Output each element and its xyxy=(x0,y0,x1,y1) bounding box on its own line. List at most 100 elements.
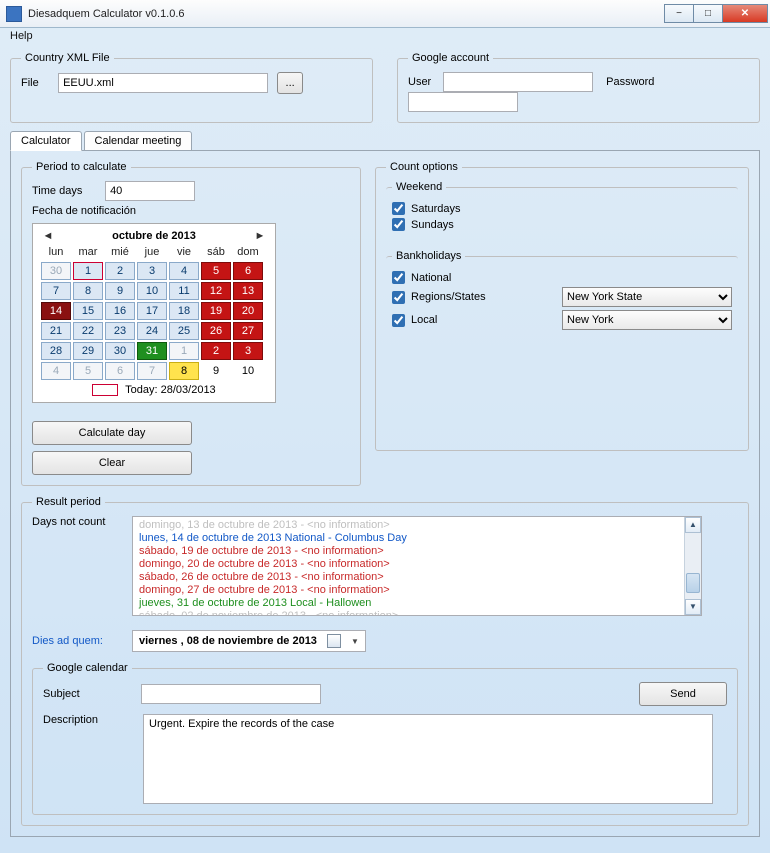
notification-date-label: Fecha de notificación xyxy=(32,205,350,217)
cal-day[interactable]: 3 xyxy=(137,262,167,280)
today-label[interactable]: Today: 28/03/2013 xyxy=(125,384,216,396)
cal-day[interactable]: 24 xyxy=(137,322,167,340)
cal-day[interactable]: 31 xyxy=(137,342,167,360)
cal-day[interactable]: 8 xyxy=(169,362,199,380)
calendar[interactable]: ◄ octubre de 2013 ► lunmarmiéjueviesábdo… xyxy=(32,223,276,403)
national-label: National xyxy=(411,272,451,284)
regions-checkbox[interactable] xyxy=(392,291,405,304)
password-input[interactable] xyxy=(408,92,518,112)
cal-day[interactable]: 30 xyxy=(41,262,71,280)
cal-day[interactable]: 22 xyxy=(73,322,103,340)
list-item[interactable]: domingo, 13 de octubre de 2013 - <no inf… xyxy=(139,519,683,532)
menubar: Help xyxy=(0,28,770,48)
list-item[interactable]: domingo, 20 de octubre de 2013 - <no inf… xyxy=(139,558,683,571)
cal-day[interactable]: 11 xyxy=(169,282,199,300)
list-item[interactable]: sábado, 19 de octubre de 2013 - <no info… xyxy=(139,545,683,558)
tab-calculator[interactable]: Calculator xyxy=(10,131,82,151)
cal-day[interactable]: 7 xyxy=(137,362,167,380)
cal-day[interactable]: 27 xyxy=(233,322,263,340)
cal-day[interactable]: 19 xyxy=(201,302,231,320)
cal-day[interactable]: 15 xyxy=(73,302,103,320)
list-item[interactable]: sábado, 02 de noviembre de 2013 - <no in… xyxy=(139,610,683,616)
scroll-thumb[interactable] xyxy=(686,573,700,593)
days-not-count-list[interactable]: domingo, 13 de octubre de 2013 - <no inf… xyxy=(132,516,702,616)
cal-prev-icon[interactable]: ◄ xyxy=(41,230,55,242)
time-days-input[interactable] xyxy=(105,181,195,201)
cal-day[interactable]: 2 xyxy=(201,342,231,360)
weekend-group: Weekend Saturdays Sundays xyxy=(386,181,738,242)
send-button[interactable]: Send xyxy=(639,682,727,706)
cal-dow: lun xyxy=(41,246,71,260)
regions-select[interactable]: New York State xyxy=(562,287,732,307)
cal-day[interactable]: 30 xyxy=(105,342,135,360)
cal-day[interactable]: 26 xyxy=(201,322,231,340)
bankholidays-legend: Bankholidays xyxy=(392,250,465,262)
cal-day[interactable]: 20 xyxy=(233,302,263,320)
window-title: Diesadquem Calculator v0.1.0.6 xyxy=(28,8,665,20)
maximize-button[interactable]: □ xyxy=(693,4,723,23)
google-calendar-legend: Google calendar xyxy=(43,662,132,674)
scroll-up-icon[interactable]: ▲ xyxy=(685,517,701,533)
titlebar: Diesadquem Calculator v0.1.0.6 − □ ✕ xyxy=(0,0,770,28)
description-label: Description xyxy=(43,714,133,726)
cal-day[interactable]: 10 xyxy=(137,282,167,300)
tab-calendar-meeting[interactable]: Calendar meeting xyxy=(84,131,193,151)
calendar-icon[interactable] xyxy=(327,634,341,648)
scroll-down-icon[interactable]: ▼ xyxy=(685,599,701,615)
list-item[interactable]: jueves, 31 de octubre de 2013 Local - Ha… xyxy=(139,597,683,610)
cal-day[interactable]: 23 xyxy=(105,322,135,340)
list-item[interactable]: lunes, 14 de octubre de 2013 National - … xyxy=(139,532,683,545)
menu-help[interactable]: Help xyxy=(10,30,33,42)
sundays-checkbox[interactable] xyxy=(392,218,405,231)
cal-day[interactable]: 17 xyxy=(137,302,167,320)
national-checkbox[interactable] xyxy=(392,271,405,284)
cal-day[interactable]: 7 xyxy=(41,282,71,300)
cal-day[interactable]: 28 xyxy=(41,342,71,360)
list-scrollbar[interactable]: ▲ ▼ xyxy=(684,517,701,615)
local-checkbox[interactable] xyxy=(392,314,405,327)
cal-day[interactable]: 10 xyxy=(233,362,263,380)
cal-day[interactable]: 25 xyxy=(169,322,199,340)
user-label: User xyxy=(408,76,440,88)
browse-button[interactable]: ... xyxy=(277,72,303,94)
cal-day[interactable]: 12 xyxy=(201,282,231,300)
description-textarea[interactable]: Urgent. Expire the records of the case xyxy=(143,714,713,804)
cal-day[interactable]: 4 xyxy=(169,262,199,280)
saturdays-checkbox[interactable] xyxy=(392,202,405,215)
country-xml-group: Country XML File File ... xyxy=(10,52,373,123)
cal-day[interactable]: 6 xyxy=(233,262,263,280)
list-item[interactable]: domingo, 27 de octubre de 2013 - <no inf… xyxy=(139,584,683,597)
user-input[interactable] xyxy=(443,72,593,92)
dies-ad-quem-picker[interactable]: viernes , 08 de noviembre de 2013 ▼ xyxy=(132,630,366,652)
cal-day[interactable]: 9 xyxy=(201,362,231,380)
cal-day[interactable]: 6 xyxy=(105,362,135,380)
cal-day[interactable]: 5 xyxy=(201,262,231,280)
cal-day[interactable]: 2 xyxy=(105,262,135,280)
cal-day[interactable]: 1 xyxy=(73,262,103,280)
cal-day[interactable]: 9 xyxy=(105,282,135,300)
country-xml-legend: Country XML File xyxy=(21,52,114,64)
cal-day[interactable]: 14 xyxy=(41,302,71,320)
cal-day[interactable]: 18 xyxy=(169,302,199,320)
dies-ad-quem-label: Dies ad quem: xyxy=(32,635,122,647)
file-input[interactable] xyxy=(58,73,268,93)
local-select[interactable]: New York xyxy=(562,310,732,330)
cal-day[interactable]: 21 xyxy=(41,322,71,340)
chevron-down-icon[interactable]: ▼ xyxy=(351,637,359,646)
cal-day[interactable]: 29 xyxy=(73,342,103,360)
clear-button[interactable]: Clear xyxy=(32,451,192,475)
app-icon xyxy=(6,6,22,22)
cal-day[interactable]: 3 xyxy=(233,342,263,360)
subject-input[interactable] xyxy=(141,684,321,704)
cal-day[interactable]: 5 xyxy=(73,362,103,380)
calculate-button[interactable]: Calculate day xyxy=(32,421,192,445)
minimize-button[interactable]: − xyxy=(664,4,694,23)
list-item[interactable]: sábado, 26 de octubre de 2013 - <no info… xyxy=(139,571,683,584)
cal-next-icon[interactable]: ► xyxy=(253,230,267,242)
cal-day[interactable]: 8 xyxy=(73,282,103,300)
cal-day[interactable]: 13 xyxy=(233,282,263,300)
close-button[interactable]: ✕ xyxy=(722,4,768,23)
cal-day[interactable]: 16 xyxy=(105,302,135,320)
cal-day[interactable]: 1 xyxy=(169,342,199,360)
cal-day[interactable]: 4 xyxy=(41,362,71,380)
